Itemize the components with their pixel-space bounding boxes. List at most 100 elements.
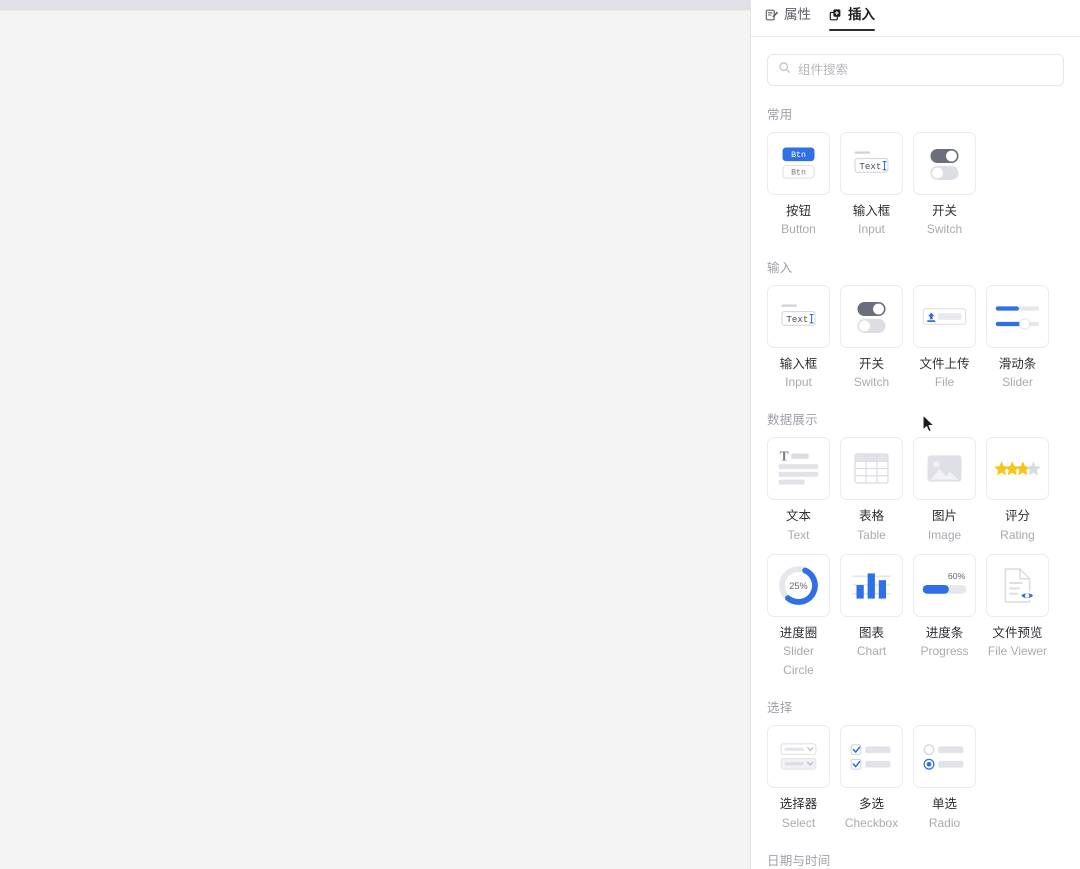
component-label-cn: 选择器	[779, 797, 818, 812]
component-label-cn: 多选	[858, 797, 884, 812]
tab-properties[interactable]: 属性	[765, 8, 811, 31]
search-box[interactable]	[767, 54, 1064, 86]
properties-icon	[765, 8, 779, 22]
component-item-button[interactable]: Btn Btn 按钮 Button	[767, 132, 830, 239]
component-item-table[interactable]: 表格 Table	[840, 437, 903, 544]
search-input[interactable]	[798, 63, 1053, 77]
component-label-en: Text	[787, 527, 810, 542]
group-title: 数据展示	[767, 413, 818, 428]
component-item-radio[interactable]: 单选 Radio	[913, 725, 976, 832]
component-label-cn: 开关	[858, 356, 884, 371]
design-canvas-pane[interactable]	[0, 0, 751, 869]
component-label-cn: 图表	[858, 626, 884, 641]
component-item-select[interactable]: 选择器 Select	[767, 725, 830, 832]
progress-bar-preview-icon: 60%	[913, 554, 976, 618]
component-label-cn: 文件预览	[992, 626, 1043, 641]
component-label-cn: 开关	[931, 204, 957, 218]
component-label-cn: 进度条	[925, 626, 964, 641]
image-preview-icon	[913, 437, 976, 501]
component-label-en: Input	[858, 222, 885, 237]
right-panel: 属性 插入 组件搜索 常用 Btn Btn 按钮 Button Text 输入框…	[751, 0, 1080, 869]
component-item-input[interactable]: Text 输入框 Input	[767, 284, 830, 392]
tab-insert[interactable]: 插入	[829, 8, 875, 31]
radio-preview-icon	[913, 725, 976, 789]
component-label-en: Button	[781, 222, 816, 237]
component-label-cn: 滑动条	[998, 356, 1037, 371]
component-item-image[interactable]: 图片 Image	[913, 437, 976, 544]
group-title: 日期与时间	[767, 854, 831, 869]
svg-text:25%: 25%	[789, 581, 807, 591]
component-label-en: Input	[785, 374, 812, 389]
component-label-cn: 按钮	[785, 204, 811, 218]
group-title: 选择	[767, 701, 793, 716]
component-item-progress[interactable]: 60% 进度条 Progress	[913, 554, 976, 679]
insert-icon	[829, 8, 843, 22]
component-group-input: 输入 Text 输入框 Input 开关 Switch 文件上传 File 滑动…	[767, 257, 1064, 392]
component-label-cn: 进度圈	[779, 626, 818, 641]
slider-preview-icon	[986, 284, 1049, 348]
component-label-en: Slider	[1002, 374, 1033, 389]
component-label-cn: 单选	[931, 797, 957, 812]
component-label-en: Checkbox	[844, 815, 899, 830]
search-section	[751, 37, 1080, 86]
component-label-en: Table	[857, 527, 886, 542]
component-item-switch[interactable]: 开关 Switch	[840, 284, 903, 392]
table-preview-icon	[840, 437, 903, 501]
component-item-switch[interactable]: 开关 Switch	[913, 132, 976, 239]
component-label-en: Image	[927, 527, 962, 542]
component-grid: 选择器 Select 多选 Checkbox 单选 Radio	[767, 725, 1064, 832]
switch-preview-icon	[840, 284, 903, 348]
group-title: 常用	[767, 108, 793, 122]
component-groups[interactable]: 常用 Btn Btn 按钮 Button Text 输入框 Input 开关 Swit…	[751, 86, 1080, 869]
input-preview-icon: Text	[840, 132, 903, 195]
component-item-checkbox[interactable]: 多选 Checkbox	[840, 725, 903, 832]
component-item-text[interactable]: T 文本 Text	[767, 437, 830, 544]
component-item-file[interactable]: 文件上传 File	[913, 284, 976, 392]
component-label-en: Progress	[920, 644, 969, 659]
component-item-slider-circle[interactable]: 25% 进度圈 Slider Circle	[767, 554, 830, 679]
app-root: 属性 插入 组件搜索 常用 Btn Btn 按钮 Button Text 输入框…	[0, 0, 1080, 869]
checkbox-preview-icon	[840, 725, 903, 789]
search-icon	[778, 61, 791, 79]
component-label-cn: 表格	[858, 509, 884, 524]
component-item-rating[interactable]: 评分 Rating	[986, 437, 1049, 544]
component-label-en: Select	[781, 815, 816, 830]
component-label-en: Chart	[856, 644, 887, 659]
component-group-selection: 选择 选择器 Select 多选 Checkbox 单选 Radio	[767, 697, 1064, 832]
component-label-cn: 输入框	[852, 204, 891, 218]
tab-insert-label: 插入	[848, 7, 875, 23]
component-grid: Btn Btn 按钮 Button Text 输入框 Input 开关 Switch	[767, 132, 1064, 239]
svg-text:Text: Text	[786, 314, 808, 325]
file-upload-preview-icon	[913, 284, 976, 348]
component-label-en: Switch	[853, 374, 890, 389]
component-item-slider[interactable]: 滑动条 Slider	[986, 284, 1049, 392]
component-item-file-viewer[interactable]: 文件预览 File Viewer	[986, 554, 1049, 679]
rating-preview-icon	[986, 437, 1049, 501]
tab-properties-label: 属性	[784, 7, 811, 23]
component-grid: Text 输入框 Input 开关 Switch 文件上传 File 滑动条 Slide…	[767, 284, 1064, 392]
svg-text:T: T	[780, 449, 789, 464]
component-grid: T 文本 Text 表格 Table 图片 Image 评分 Rating 25% 进度圈…	[767, 437, 1064, 679]
file-viewer-preview-icon	[986, 554, 1049, 618]
chart-preview-icon	[840, 554, 903, 618]
component-label-cn: 文本	[785, 509, 811, 524]
component-item-input[interactable]: Text 输入框 Input	[840, 132, 903, 239]
component-label-cn: 输入框	[779, 356, 818, 371]
progress-circle-preview-icon: 25%	[767, 554, 830, 618]
switch-preview-icon	[913, 132, 976, 195]
group-title: 输入	[767, 260, 793, 275]
component-label-en: Slider Circle	[783, 644, 814, 677]
component-label-en: Rating	[1000, 527, 1035, 542]
text-preview-icon: T	[767, 437, 830, 501]
component-label-en: File	[934, 374, 955, 389]
component-item-chart[interactable]: 图表 Chart	[840, 554, 903, 679]
svg-text:Btn: Btn	[791, 169, 806, 178]
component-label-cn: 图片	[931, 509, 957, 524]
button-preview-icon: Btn Btn	[767, 132, 830, 195]
svg-text:Text: Text	[859, 161, 881, 172]
input-preview-icon: Text	[767, 284, 830, 348]
component-label-en: Radio	[928, 815, 961, 830]
component-label-cn: 文件上传	[919, 356, 970, 371]
canvas-surface[interactable]	[0, 12, 750, 869]
component-group-data-display: 数据展示 T 文本 Text 表格 Table 图片 Image 评分 Rating 25…	[767, 409, 1064, 679]
